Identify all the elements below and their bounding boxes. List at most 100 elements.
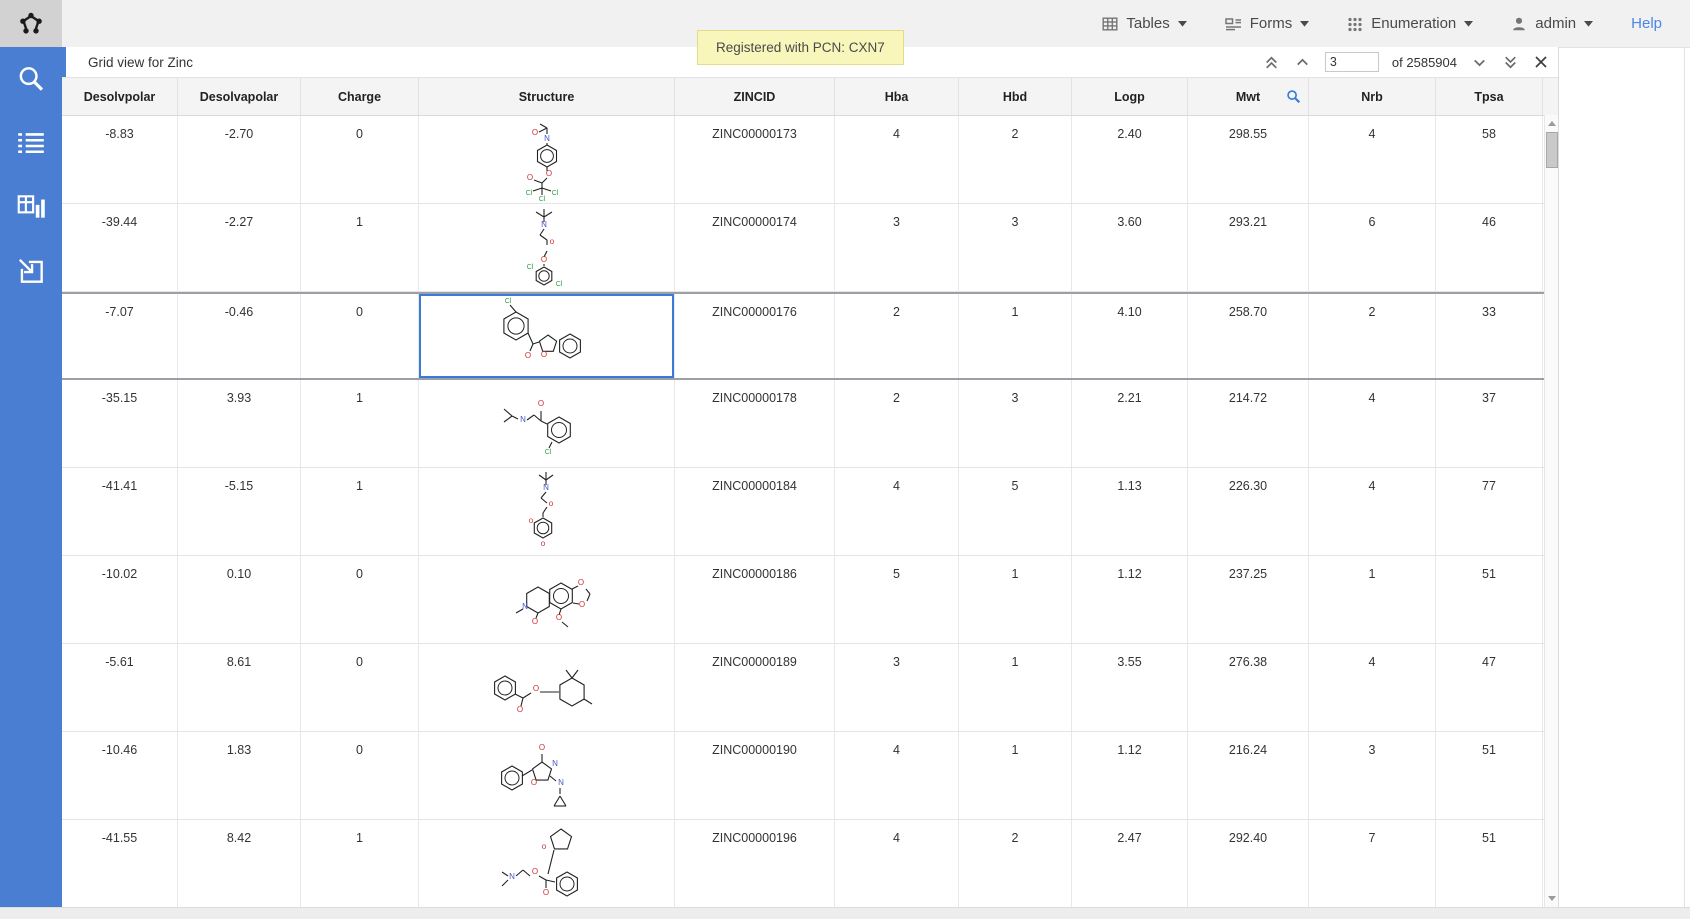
cell-charge[interactable]: 1 bbox=[301, 820, 419, 907]
column-header-tpsa[interactable]: Tpsa bbox=[1436, 78, 1543, 115]
column-header-zincid[interactable]: ZINCID bbox=[675, 78, 835, 115]
cell-tpsa[interactable]: 51 bbox=[1436, 732, 1543, 819]
cell-hba[interactable]: 3 bbox=[835, 644, 959, 731]
cell-desolvpolar[interactable]: -10.02 bbox=[62, 556, 178, 643]
cell-zincid[interactable]: ZINC00000196 bbox=[675, 820, 835, 907]
cell-logp[interactable]: 1.13 bbox=[1072, 468, 1188, 555]
cell-zincid[interactable]: ZINC00000178 bbox=[675, 380, 835, 467]
cell-nrb[interactable]: 4 bbox=[1309, 468, 1436, 555]
cell-mwt[interactable]: 276.38 bbox=[1188, 644, 1309, 731]
cell-desolvapolar[interactable]: -2.70 bbox=[178, 116, 301, 203]
menu-forms[interactable]: Forms bbox=[1225, 15, 1310, 32]
cell-nrb[interactable]: 4 bbox=[1309, 116, 1436, 203]
column-header-desolvpolar[interactable]: Desolvpolar bbox=[62, 78, 178, 115]
cell-nrb[interactable]: 2 bbox=[1309, 294, 1436, 378]
cell-desolvpolar[interactable]: -39.44 bbox=[62, 204, 178, 291]
cell-zincid[interactable]: ZINC00000174 bbox=[675, 204, 835, 291]
menu-admin[interactable]: admin bbox=[1511, 15, 1593, 32]
cell-nrb[interactable]: 3 bbox=[1309, 732, 1436, 819]
cell-desolvapolar[interactable]: 3.93 bbox=[178, 380, 301, 467]
cell-logp[interactable]: 4.10 bbox=[1072, 294, 1188, 378]
cell-mwt[interactable]: 237.25 bbox=[1188, 556, 1309, 643]
cell-desolvpolar[interactable]: -35.15 bbox=[62, 380, 178, 467]
cell-mwt[interactable]: 258.70 bbox=[1188, 294, 1309, 378]
cell-charge[interactable]: 1 bbox=[301, 380, 419, 467]
cell-zincid[interactable]: ZINC00000190 bbox=[675, 732, 835, 819]
cell-structure[interactable]: OO bbox=[419, 644, 675, 731]
sidebar-item-search[interactable] bbox=[12, 62, 50, 96]
cell-hba[interactable]: 4 bbox=[835, 468, 959, 555]
cell-structure[interactable]: ClOO bbox=[419, 294, 675, 378]
cell-hba[interactable]: 4 bbox=[835, 820, 959, 907]
help-link[interactable]: Help bbox=[1631, 15, 1662, 32]
cell-tpsa[interactable]: 77 bbox=[1436, 468, 1543, 555]
scroll-down-arrow[interactable] bbox=[1548, 896, 1556, 901]
cell-desolvapolar[interactable]: 8.42 bbox=[178, 820, 301, 907]
cell-mwt[interactable]: 298.55 bbox=[1188, 116, 1309, 203]
cell-desolvpolar[interactable]: -7.07 bbox=[62, 294, 178, 378]
column-header-mwt[interactable]: Mwt bbox=[1188, 78, 1309, 115]
cell-structure[interactable]: NOOOO bbox=[419, 556, 675, 643]
cell-charge[interactable]: 0 bbox=[301, 556, 419, 643]
cell-structure[interactable]: NOON bbox=[419, 732, 675, 819]
cell-hbd[interactable]: 1 bbox=[959, 294, 1072, 378]
cell-hba[interactable]: 4 bbox=[835, 116, 959, 203]
cell-mwt[interactable]: 214.72 bbox=[1188, 380, 1309, 467]
cell-hba[interactable]: 4 bbox=[835, 732, 959, 819]
sidebar-item-list[interactable] bbox=[12, 126, 50, 160]
app-logo[interactable] bbox=[0, 0, 62, 47]
column-header-nrb[interactable]: Nrb bbox=[1309, 78, 1436, 115]
cell-structure[interactable]: NoOClCl bbox=[419, 204, 675, 291]
cell-desolvpolar[interactable]: -41.41 bbox=[62, 468, 178, 555]
cell-nrb[interactable]: 1 bbox=[1309, 556, 1436, 643]
cell-desolvapolar[interactable]: -2.27 bbox=[178, 204, 301, 291]
menu-enumeration[interactable]: Enumeration bbox=[1347, 15, 1473, 32]
cell-hbd[interactable]: 2 bbox=[959, 820, 1072, 907]
cell-tpsa[interactable]: 51 bbox=[1436, 556, 1543, 643]
cell-logp[interactable]: 2.21 bbox=[1072, 380, 1188, 467]
cell-logp[interactable]: 2.47 bbox=[1072, 820, 1188, 907]
cell-desolvapolar[interactable]: 1.83 bbox=[178, 732, 301, 819]
cell-nrb[interactable]: 4 bbox=[1309, 380, 1436, 467]
cell-mwt[interactable]: 292.40 bbox=[1188, 820, 1309, 907]
cell-desolvpolar[interactable]: -8.83 bbox=[62, 116, 178, 203]
horizontal-scrollbar[interactable] bbox=[0, 907, 1690, 919]
cell-nrb[interactable]: 6 bbox=[1309, 204, 1436, 291]
cell-desolvapolar[interactable]: 8.61 bbox=[178, 644, 301, 731]
cell-zincid[interactable]: ZINC00000186 bbox=[675, 556, 835, 643]
cell-mwt[interactable]: 216.24 bbox=[1188, 732, 1309, 819]
sidebar-item-table-chart[interactable] bbox=[12, 190, 50, 224]
cell-zincid[interactable]: ZINC00000184 bbox=[675, 468, 835, 555]
cell-structure[interactable]: NOOo bbox=[419, 820, 675, 907]
cell-charge[interactable]: 0 bbox=[301, 644, 419, 731]
cell-mwt[interactable]: 226.30 bbox=[1188, 468, 1309, 555]
column-header-hba[interactable]: Hba bbox=[835, 78, 959, 115]
cell-charge[interactable]: 0 bbox=[301, 294, 419, 378]
cell-desolvapolar[interactable]: -0.46 bbox=[178, 294, 301, 378]
menu-tables[interactable]: Tables bbox=[1102, 15, 1186, 32]
cell-zincid[interactable]: ZINC00000173 bbox=[675, 116, 835, 203]
cell-hbd[interactable]: 1 bbox=[959, 732, 1072, 819]
cell-desolvpolar[interactable]: -41.55 bbox=[62, 820, 178, 907]
cell-tpsa[interactable]: 33 bbox=[1436, 294, 1543, 378]
cell-logp[interactable]: 1.12 bbox=[1072, 556, 1188, 643]
sidebar-item-export[interactable] bbox=[12, 254, 50, 288]
column-header-hbd[interactable]: Hbd bbox=[959, 78, 1072, 115]
scrollbar-thumb[interactable] bbox=[1546, 132, 1558, 168]
cell-logp[interactable]: 3.55 bbox=[1072, 644, 1188, 731]
cell-hbd[interactable]: 5 bbox=[959, 468, 1072, 555]
cell-desolvapolar[interactable]: 0.10 bbox=[178, 556, 301, 643]
cell-hbd[interactable]: 3 bbox=[959, 204, 1072, 291]
column-header-charge[interactable]: Charge bbox=[301, 78, 419, 115]
column-header-structure[interactable]: Structure bbox=[419, 78, 675, 115]
cell-hbd[interactable]: 3 bbox=[959, 380, 1072, 467]
cell-tpsa[interactable]: 58 bbox=[1436, 116, 1543, 203]
cell-structure[interactable]: NOCl bbox=[419, 380, 675, 467]
cell-hba[interactable]: 2 bbox=[835, 380, 959, 467]
cell-tpsa[interactable]: 37 bbox=[1436, 380, 1543, 467]
cell-charge[interactable]: 1 bbox=[301, 204, 419, 291]
cell-desolvpolar[interactable]: -5.61 bbox=[62, 644, 178, 731]
cell-hba[interactable]: 2 bbox=[835, 294, 959, 378]
cell-nrb[interactable]: 4 bbox=[1309, 644, 1436, 731]
cell-logp[interactable]: 3.60 bbox=[1072, 204, 1188, 291]
